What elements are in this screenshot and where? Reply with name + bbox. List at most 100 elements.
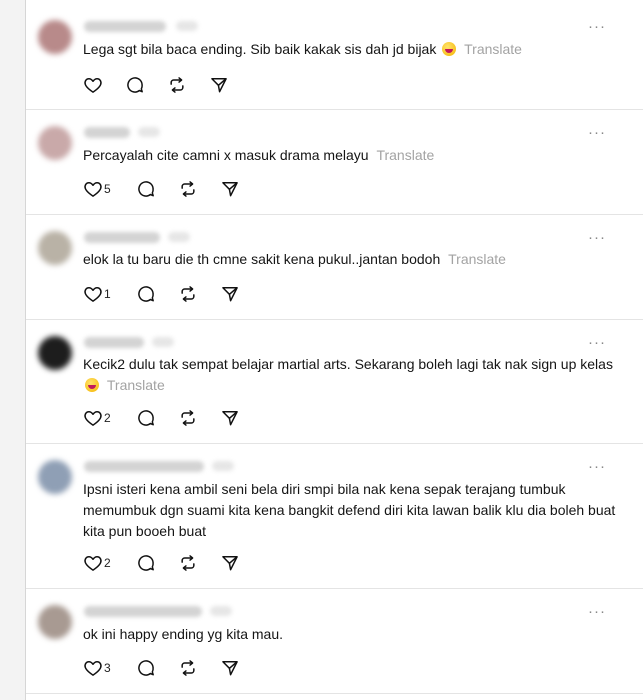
comment-post: ··· Lega sgt bila baca ending. Sib baik … — [26, 0, 643, 110]
heart-icon — [84, 78, 102, 93]
share-button[interactable] — [220, 553, 240, 573]
comment-button[interactable] — [136, 658, 156, 678]
comment-post: ··· ok ini happy ending yg kita mau. 3 — [26, 589, 643, 694]
comment-button[interactable] — [136, 179, 156, 199]
comment-button[interactable] — [125, 75, 145, 95]
comment-icon — [127, 77, 143, 93]
avatar[interactable] — [38, 231, 72, 265]
comment-text-block: Kecik2 dulu tak sempat belajar martial a… — [83, 354, 623, 396]
like-button[interactable]: 5 — [83, 179, 111, 199]
repost-icon — [181, 286, 195, 302]
avatar[interactable] — [38, 20, 72, 54]
like-count: 1 — [104, 287, 111, 301]
share-icon — [211, 78, 227, 93]
share-icon — [222, 661, 238, 676]
share-button[interactable] — [220, 284, 240, 304]
comment-text: Kecik2 dulu tak sempat belajar martial a… — [83, 356, 613, 372]
timestamp — [152, 337, 174, 347]
like-button[interactable]: 3 — [83, 658, 111, 678]
repost-button[interactable] — [178, 658, 198, 678]
repost-button[interactable] — [178, 284, 198, 304]
comment-post: ··· Percayalah cite camni x masuk drama … — [26, 110, 643, 215]
heart-icon — [84, 556, 102, 571]
username[interactable] — [84, 461, 204, 472]
translate-link[interactable]: Translate — [464, 41, 522, 57]
more-icon[interactable]: ··· — [588, 459, 606, 474]
grinning-emoji-icon — [442, 42, 457, 56]
share-button[interactable] — [220, 658, 240, 678]
timestamp — [138, 127, 160, 137]
comment-icon — [138, 410, 154, 426]
comment-post: ··· elok la tu baru die th cmne sakit ke… — [26, 215, 643, 320]
username[interactable] — [84, 127, 130, 138]
comment-text: Lega sgt bila baca ending. Sib baik kaka… — [83, 41, 437, 57]
more-icon[interactable]: ··· — [588, 604, 606, 619]
translate-link[interactable]: Translate — [376, 147, 434, 163]
like-button[interactable]: 1 — [83, 284, 111, 304]
avatar[interactable] — [38, 460, 72, 494]
comment-text-block: ok ini happy ending yg kita mau. — [83, 624, 623, 645]
like-count: 3 — [104, 661, 111, 675]
heart-icon — [84, 287, 102, 302]
like-count: 2 — [104, 556, 111, 570]
comment-icon — [138, 181, 154, 197]
share-button[interactable] — [209, 75, 229, 95]
like-button[interactable]: 2 — [83, 553, 111, 573]
more-icon[interactable]: ··· — [588, 125, 606, 140]
comment-text-block: Percayalah cite camni x masuk drama mela… — [83, 145, 623, 166]
avatar[interactable] — [38, 126, 72, 160]
comment-button[interactable] — [136, 553, 156, 573]
comment-text-block: elok la tu baru die th cmne sakit kena p… — [83, 249, 623, 270]
comment-text-block: Lega sgt bila baca ending. Sib baik kaka… — [83, 39, 623, 60]
comment-icon — [138, 286, 154, 302]
share-button[interactable] — [220, 408, 240, 428]
grinning-emoji-icon — [85, 378, 99, 392]
timestamp — [176, 21, 198, 31]
username[interactable] — [84, 337, 144, 348]
share-icon — [222, 287, 238, 302]
like-count: 2 — [104, 411, 111, 425]
repost-button[interactable] — [167, 75, 187, 95]
like-button[interactable] — [83, 75, 104, 95]
share-icon — [222, 556, 238, 571]
repost-icon — [181, 660, 195, 676]
repost-icon — [181, 181, 195, 197]
share-icon — [222, 182, 238, 197]
comment-text-block: Ipsni isteri kena ambil seni bela diri s… — [83, 479, 623, 542]
comment-button[interactable] — [136, 284, 156, 304]
username[interactable] — [84, 606, 202, 617]
like-count: 5 — [104, 182, 111, 196]
translate-link[interactable]: Translate — [448, 251, 506, 267]
repost-button[interactable] — [178, 179, 198, 199]
comment-text: elok la tu baru die th cmne sakit kena p… — [83, 251, 441, 267]
comment-text: Ipsni isteri kena ambil seni bela diri s… — [83, 481, 616, 539]
comment-button[interactable] — [136, 408, 156, 428]
avatar[interactable] — [38, 605, 72, 639]
timestamp — [210, 606, 232, 616]
like-button[interactable]: 2 — [83, 408, 111, 428]
comment-feed: ··· Lega sgt bila baca ending. Sib baik … — [25, 0, 643, 700]
heart-icon — [84, 661, 102, 676]
username[interactable] — [84, 232, 160, 243]
comment-text: Percayalah cite camni x masuk drama mela… — [83, 147, 369, 163]
repost-button[interactable] — [178, 408, 198, 428]
heart-icon — [84, 411, 102, 426]
more-icon[interactable]: ··· — [588, 335, 606, 350]
avatar[interactable] — [38, 336, 72, 370]
comment-icon — [138, 555, 154, 571]
comment-text: ok ini happy ending yg kita mau. — [83, 626, 284, 642]
comment-icon — [138, 660, 154, 676]
more-icon[interactable]: ··· — [588, 19, 606, 34]
heart-icon — [84, 182, 102, 197]
translate-link[interactable]: Translate — [107, 377, 165, 393]
timestamp — [168, 232, 190, 242]
repost-icon — [181, 410, 195, 426]
timestamp — [212, 461, 234, 471]
repost-icon — [181, 555, 195, 571]
comment-post: ··· Kecik2 dulu tak sempat belajar marti… — [26, 320, 643, 444]
share-icon — [222, 411, 238, 426]
username[interactable] — [84, 21, 166, 32]
repost-button[interactable] — [178, 553, 198, 573]
more-icon[interactable]: ··· — [588, 230, 606, 245]
share-button[interactable] — [220, 179, 240, 199]
